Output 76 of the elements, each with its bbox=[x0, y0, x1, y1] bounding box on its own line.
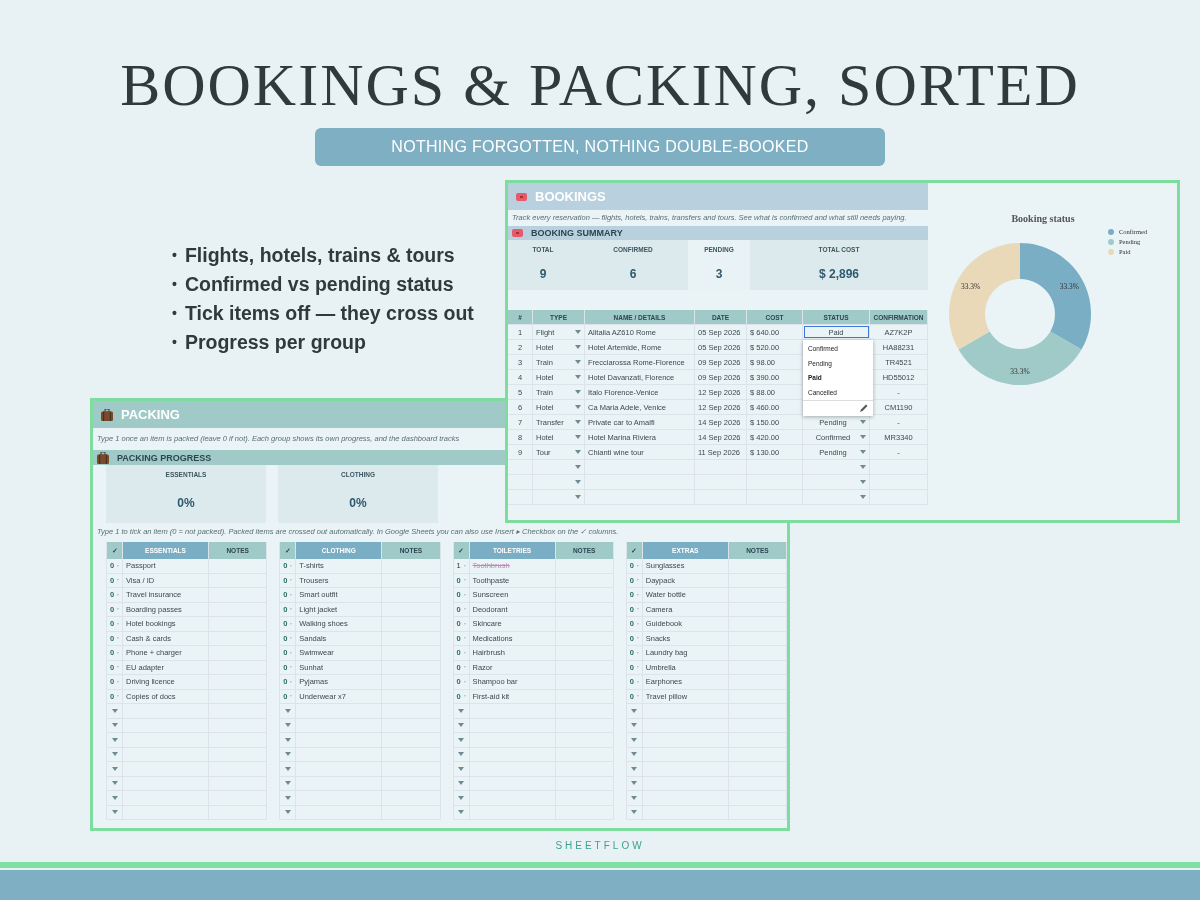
caret-icon[interactable] bbox=[111, 766, 118, 771]
feature-item: Confirmed vs pending status bbox=[184, 272, 454, 296]
caret-icon[interactable] bbox=[575, 495, 581, 499]
section-title: BOOKING SUMMARY bbox=[531, 228, 623, 238]
caret-icon[interactable] bbox=[458, 766, 464, 771]
card-value: 3 bbox=[715, 267, 723, 281]
caret-icon[interactable] bbox=[111, 708, 118, 713]
caret-icon[interactable] bbox=[284, 737, 291, 742]
suitcase-icon bbox=[101, 408, 113, 421]
caret-icon[interactable] bbox=[284, 766, 291, 771]
caret-icon[interactable] bbox=[631, 708, 638, 713]
card-value: $ 2,896 bbox=[818, 267, 859, 281]
feature-item: Flights, hotels, trains & tours bbox=[184, 243, 455, 267]
caret-icon[interactable] bbox=[631, 766, 638, 771]
caret-icon[interactable] bbox=[631, 795, 638, 800]
caret-icon[interactable] bbox=[631, 737, 638, 742]
bullet-mark: • bbox=[172, 304, 177, 323]
caret-icon[interactable] bbox=[631, 781, 638, 786]
caret-icon[interactable] bbox=[575, 360, 581, 364]
caret-icon[interactable] bbox=[575, 480, 581, 484]
caret-icon[interactable] bbox=[284, 708, 291, 713]
caret-icon[interactable] bbox=[458, 723, 464, 728]
caret-icon[interactable] bbox=[111, 810, 118, 815]
tagline-banner: NOTHING FORGOTTEN, NOTHING DOUBLE-BOOKED bbox=[315, 128, 885, 166]
caret-icon[interactable] bbox=[111, 737, 118, 742]
caret-icon[interactable] bbox=[860, 495, 866, 499]
caret-icon[interactable] bbox=[111, 723, 118, 728]
bullet-mark: • bbox=[172, 333, 177, 352]
caret-icon[interactable] bbox=[575, 345, 581, 349]
card-value: 0% bbox=[177, 496, 195, 510]
caret-icon[interactable] bbox=[458, 737, 464, 742]
sheet-title: BOOKINGS bbox=[535, 189, 606, 204]
caret-icon[interactable] bbox=[631, 752, 638, 757]
caret-icon[interactable] bbox=[860, 480, 866, 484]
caret-icon[interactable] bbox=[631, 723, 638, 728]
caret-icon[interactable] bbox=[111, 752, 118, 757]
caret-icon[interactable] bbox=[458, 708, 464, 713]
caret-icon[interactable] bbox=[111, 781, 118, 786]
caret-icon[interactable] bbox=[458, 752, 464, 757]
caret-icon[interactable] bbox=[458, 810, 464, 815]
ticket-icon bbox=[516, 192, 527, 201]
ticket-icon bbox=[512, 229, 523, 237]
caret-icon[interactable] bbox=[575, 420, 581, 424]
caret-icon[interactable] bbox=[575, 405, 581, 409]
caret-icon[interactable] bbox=[575, 375, 581, 379]
caret-icon[interactable] bbox=[860, 435, 866, 439]
feature-item: Tick items off — they cross out bbox=[184, 301, 474, 325]
bullet-mark: • bbox=[172, 246, 177, 265]
caret-icon[interactable] bbox=[284, 795, 291, 800]
caret-icon[interactable] bbox=[111, 795, 118, 800]
suitcase-icon bbox=[97, 451, 109, 464]
sheet-title: PACKING bbox=[121, 407, 180, 422]
caret-icon[interactable] bbox=[284, 723, 291, 728]
caret-icon[interactable] bbox=[860, 420, 866, 424]
caret-icon[interactable] bbox=[458, 781, 464, 786]
chart-title: Booking status bbox=[1010, 213, 1076, 224]
caret-icon[interactable] bbox=[284, 810, 291, 815]
caret-icon[interactable] bbox=[575, 330, 581, 334]
caret-icon[interactable] bbox=[284, 752, 291, 757]
caret-icon[interactable] bbox=[458, 795, 464, 800]
caret-icon[interactable] bbox=[575, 390, 581, 394]
caret-icon[interactable] bbox=[860, 465, 866, 469]
caret-icon[interactable] bbox=[575, 435, 581, 439]
card-value: 0% bbox=[349, 496, 367, 510]
card-value: 9 bbox=[539, 267, 547, 281]
bullet-mark: • bbox=[172, 275, 177, 294]
pencil-icon[interactable] bbox=[860, 403, 868, 412]
caret-icon[interactable] bbox=[631, 810, 638, 815]
caret-icon[interactable] bbox=[284, 781, 291, 786]
card-value: 6 bbox=[629, 267, 637, 281]
feature-item: Progress per group bbox=[184, 330, 366, 354]
caret-icon[interactable] bbox=[860, 450, 866, 454]
headline: BOOKINGS & PACKING, SORTED bbox=[120, 52, 1080, 118]
brand-name: SHEETFLOW bbox=[554, 840, 646, 851]
caret-icon[interactable] bbox=[575, 450, 581, 454]
section-title: PACKING PROGRESS bbox=[117, 452, 212, 463]
